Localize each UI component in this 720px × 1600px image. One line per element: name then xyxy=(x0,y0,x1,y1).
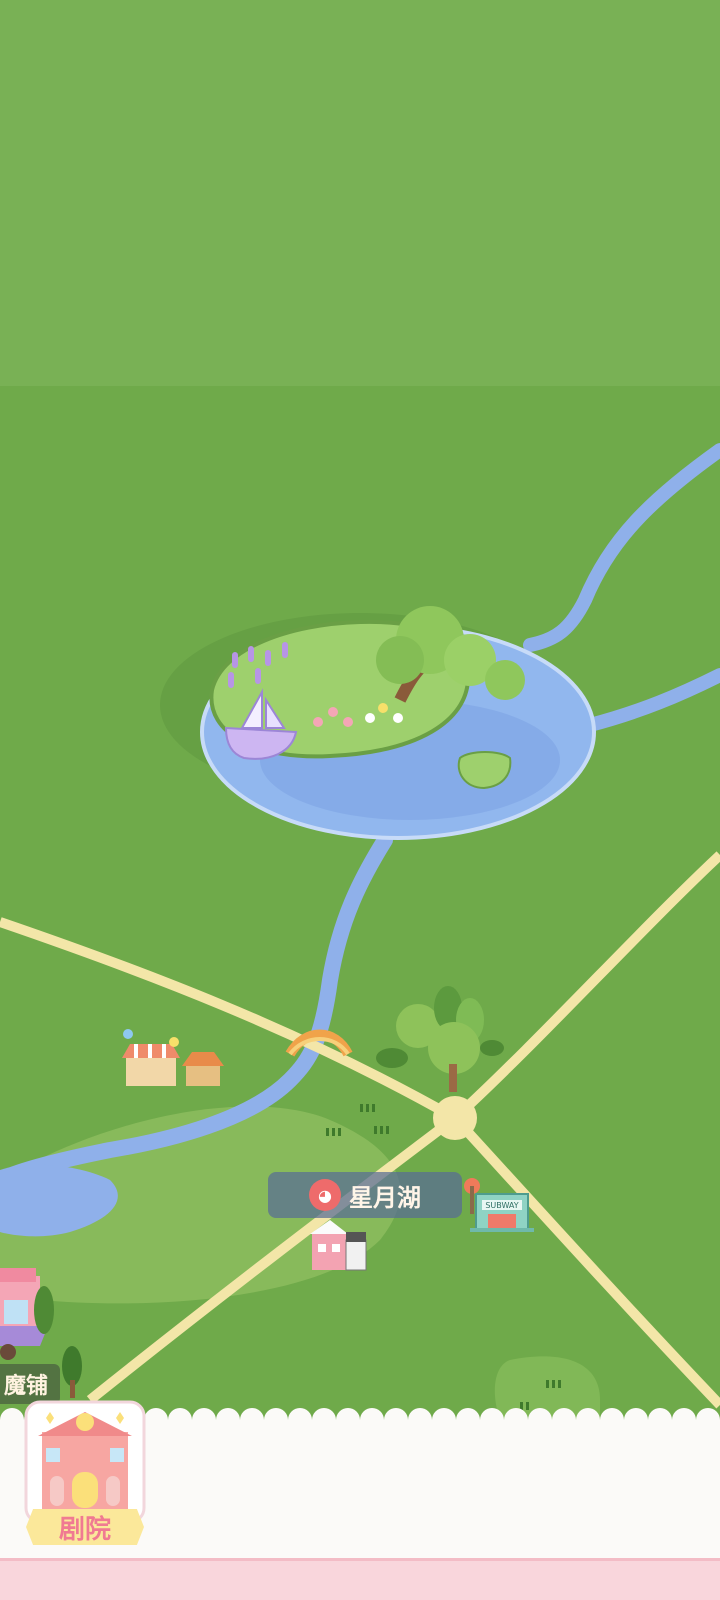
subway-sign-text: SUBWAY xyxy=(485,1201,518,1210)
map-terrain: SUBWAY xyxy=(0,443,720,1420)
river-north xyxy=(523,443,720,652)
road-southeast xyxy=(451,1114,720,1409)
lake-name: 星月湖 xyxy=(349,1183,421,1212)
map-top-band xyxy=(0,0,720,386)
road-west xyxy=(0,917,458,1123)
world-map[interactable]: SUBWAY ◕ 星月湖 xyxy=(0,386,720,1420)
bottom-navigation-bar xyxy=(0,1558,720,1600)
road-junction xyxy=(433,1096,477,1140)
market-stalls xyxy=(122,1029,224,1086)
river-east xyxy=(583,668,720,732)
lake-name-label[interactable]: ◕ 星月湖 xyxy=(268,1172,462,1218)
theater-mask-icon: ◕ xyxy=(309,1179,341,1211)
road-northeast xyxy=(451,851,720,1122)
theater-label[interactable]: 剧院 xyxy=(26,1509,144,1545)
tree-grove xyxy=(376,986,504,1092)
